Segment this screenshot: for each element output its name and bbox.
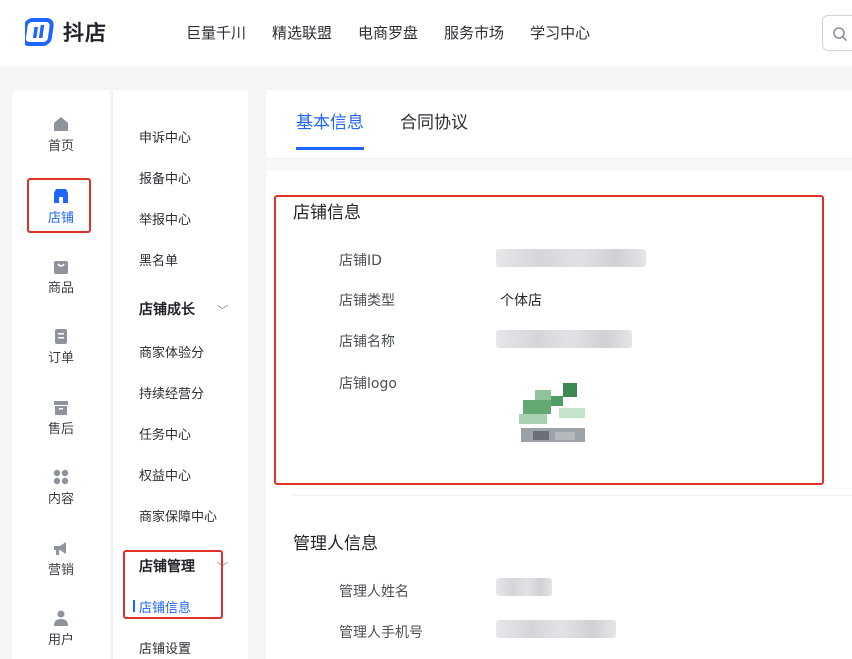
sidebar-item-after-sales[interactable]: 售后: [12, 398, 110, 437]
shop-icon: [54, 189, 68, 203]
secondary-sidebar: 申诉中心 报备中心 举报中心 黑名单 店铺成长 ﹀ 商家体验分 持续经营分 任务…: [112, 90, 248, 659]
manager-phone-label: 管理人手机号: [339, 625, 423, 641]
store-logo-image: [513, 380, 593, 460]
topnav-item-alliance[interactable]: 精选联盟: [272, 22, 332, 43]
sidebar-item-label: 营销: [47, 563, 74, 578]
store-type-label: 店铺类型: [339, 293, 395, 309]
sidebar-item-home[interactable]: 首页: [12, 115, 110, 154]
store-id-value-redacted: [496, 249, 646, 267]
sidebar-item-orders[interactable]: 订单: [12, 327, 110, 366]
after-sales-box-icon: [54, 401, 68, 415]
product-bag-icon: [54, 261, 68, 274]
submenu-item-experience-score[interactable]: 商家体验分: [139, 342, 204, 361]
app-logo[interactable]: 抖店: [25, 16, 107, 48]
submenu-item-store-info[interactable]: 店铺信息: [139, 597, 191, 616]
submenu-item-task-center[interactable]: 任务中心: [139, 424, 191, 443]
tab-basic-info[interactable]: 基本信息: [296, 108, 364, 150]
sidebar-item-products[interactable]: 商品: [12, 257, 110, 296]
sidebar-item-label: 商品: [47, 281, 74, 296]
main-panel: 基本信息 合同协议 店铺信息 店铺ID 店铺类型 个体店 店铺名称 店铺logo…: [266, 90, 852, 659]
active-indicator: [133, 600, 135, 612]
sidebar-item-label: 首页: [47, 139, 74, 154]
submenu-item-store-settings[interactable]: 店铺设置: [139, 638, 191, 657]
submenu-group-manage[interactable]: 店铺管理: [139, 556, 195, 576]
submenu-item-operation-score[interactable]: 持续经营分: [139, 383, 204, 402]
submenu-item-appeal[interactable]: 申诉中心: [139, 127, 191, 146]
sidebar-item-label: 售后: [47, 422, 74, 437]
topnav-item-learning[interactable]: 学习中心: [530, 22, 590, 43]
content-grid-icon: [53, 469, 69, 485]
section-divider: [293, 495, 852, 496]
sidebar-item-label: 内容: [47, 492, 74, 507]
search-icon: [833, 27, 847, 41]
store-type-value: 个体店: [500, 293, 542, 309]
topnav-item-compass[interactable]: 电商罗盘: [358, 22, 418, 43]
sidebar-item-shop[interactable]: 店铺: [12, 187, 110, 226]
primary-sidebar: 首页 店铺 商品 订单 售后 内容 营销 用户: [12, 90, 110, 659]
submenu-item-guarantee[interactable]: 商家保障中心: [139, 506, 217, 525]
chevron-down-icon: ﹀: [217, 561, 228, 574]
sidebar-item-label: 店铺: [47, 211, 74, 226]
user-icon: [54, 610, 68, 626]
megaphone-icon: [54, 542, 66, 555]
sidebar-item-users[interactable]: 用户: [12, 609, 110, 648]
submenu-group-growth[interactable]: 店铺成长: [139, 299, 195, 319]
top-nav: 巨量千川 精选联盟 电商罗盘 服务市场 学习中心: [186, 22, 616, 43]
submenu-item-report[interactable]: 举报中心: [139, 209, 191, 228]
sidebar-item-marketing[interactable]: 营销: [12, 539, 110, 578]
store-logo-label: 店铺logo: [339, 376, 397, 392]
submenu-item-filing[interactable]: 报备中心: [139, 168, 191, 187]
sidebar-item-content[interactable]: 内容: [12, 468, 110, 507]
submenu-item-benefits[interactable]: 权益中心: [139, 465, 191, 484]
top-bar: 抖店 巨量千川 精选联盟 电商罗盘 服务市场 学习中心: [0, 0, 852, 66]
topnav-item-qianchuan[interactable]: 巨量千川: [186, 22, 246, 43]
chevron-down-icon: ﹀: [217, 304, 228, 317]
app-name: 抖店: [63, 21, 107, 45]
manager-info-title: 管理人信息: [293, 534, 378, 554]
manager-name-value-redacted: [496, 578, 552, 596]
manager-phone-value-redacted: [496, 620, 616, 638]
store-name-value-redacted: [496, 330, 632, 348]
topnav-item-service-market[interactable]: 服务市场: [444, 22, 504, 43]
sidebar-item-label: 订单: [47, 351, 74, 366]
sidebar-item-label: 用户: [47, 633, 74, 648]
store-info-title: 店铺信息: [293, 203, 361, 223]
search-input[interactable]: [822, 15, 852, 51]
order-clipboard-icon: [55, 329, 67, 344]
store-id-label: 店铺ID: [339, 253, 382, 269]
section-gap: [266, 159, 852, 171]
manager-name-label: 管理人姓名: [339, 584, 409, 600]
home-icon: [54, 117, 68, 131]
tab-contracts[interactable]: 合同协议: [400, 108, 468, 150]
doudian-logo-icon: [25, 18, 54, 46]
submenu-item-blacklist[interactable]: 黑名单: [139, 250, 178, 269]
store-name-label: 店铺名称: [339, 334, 395, 350]
tab-bar: 基本信息 合同协议: [296, 108, 504, 150]
